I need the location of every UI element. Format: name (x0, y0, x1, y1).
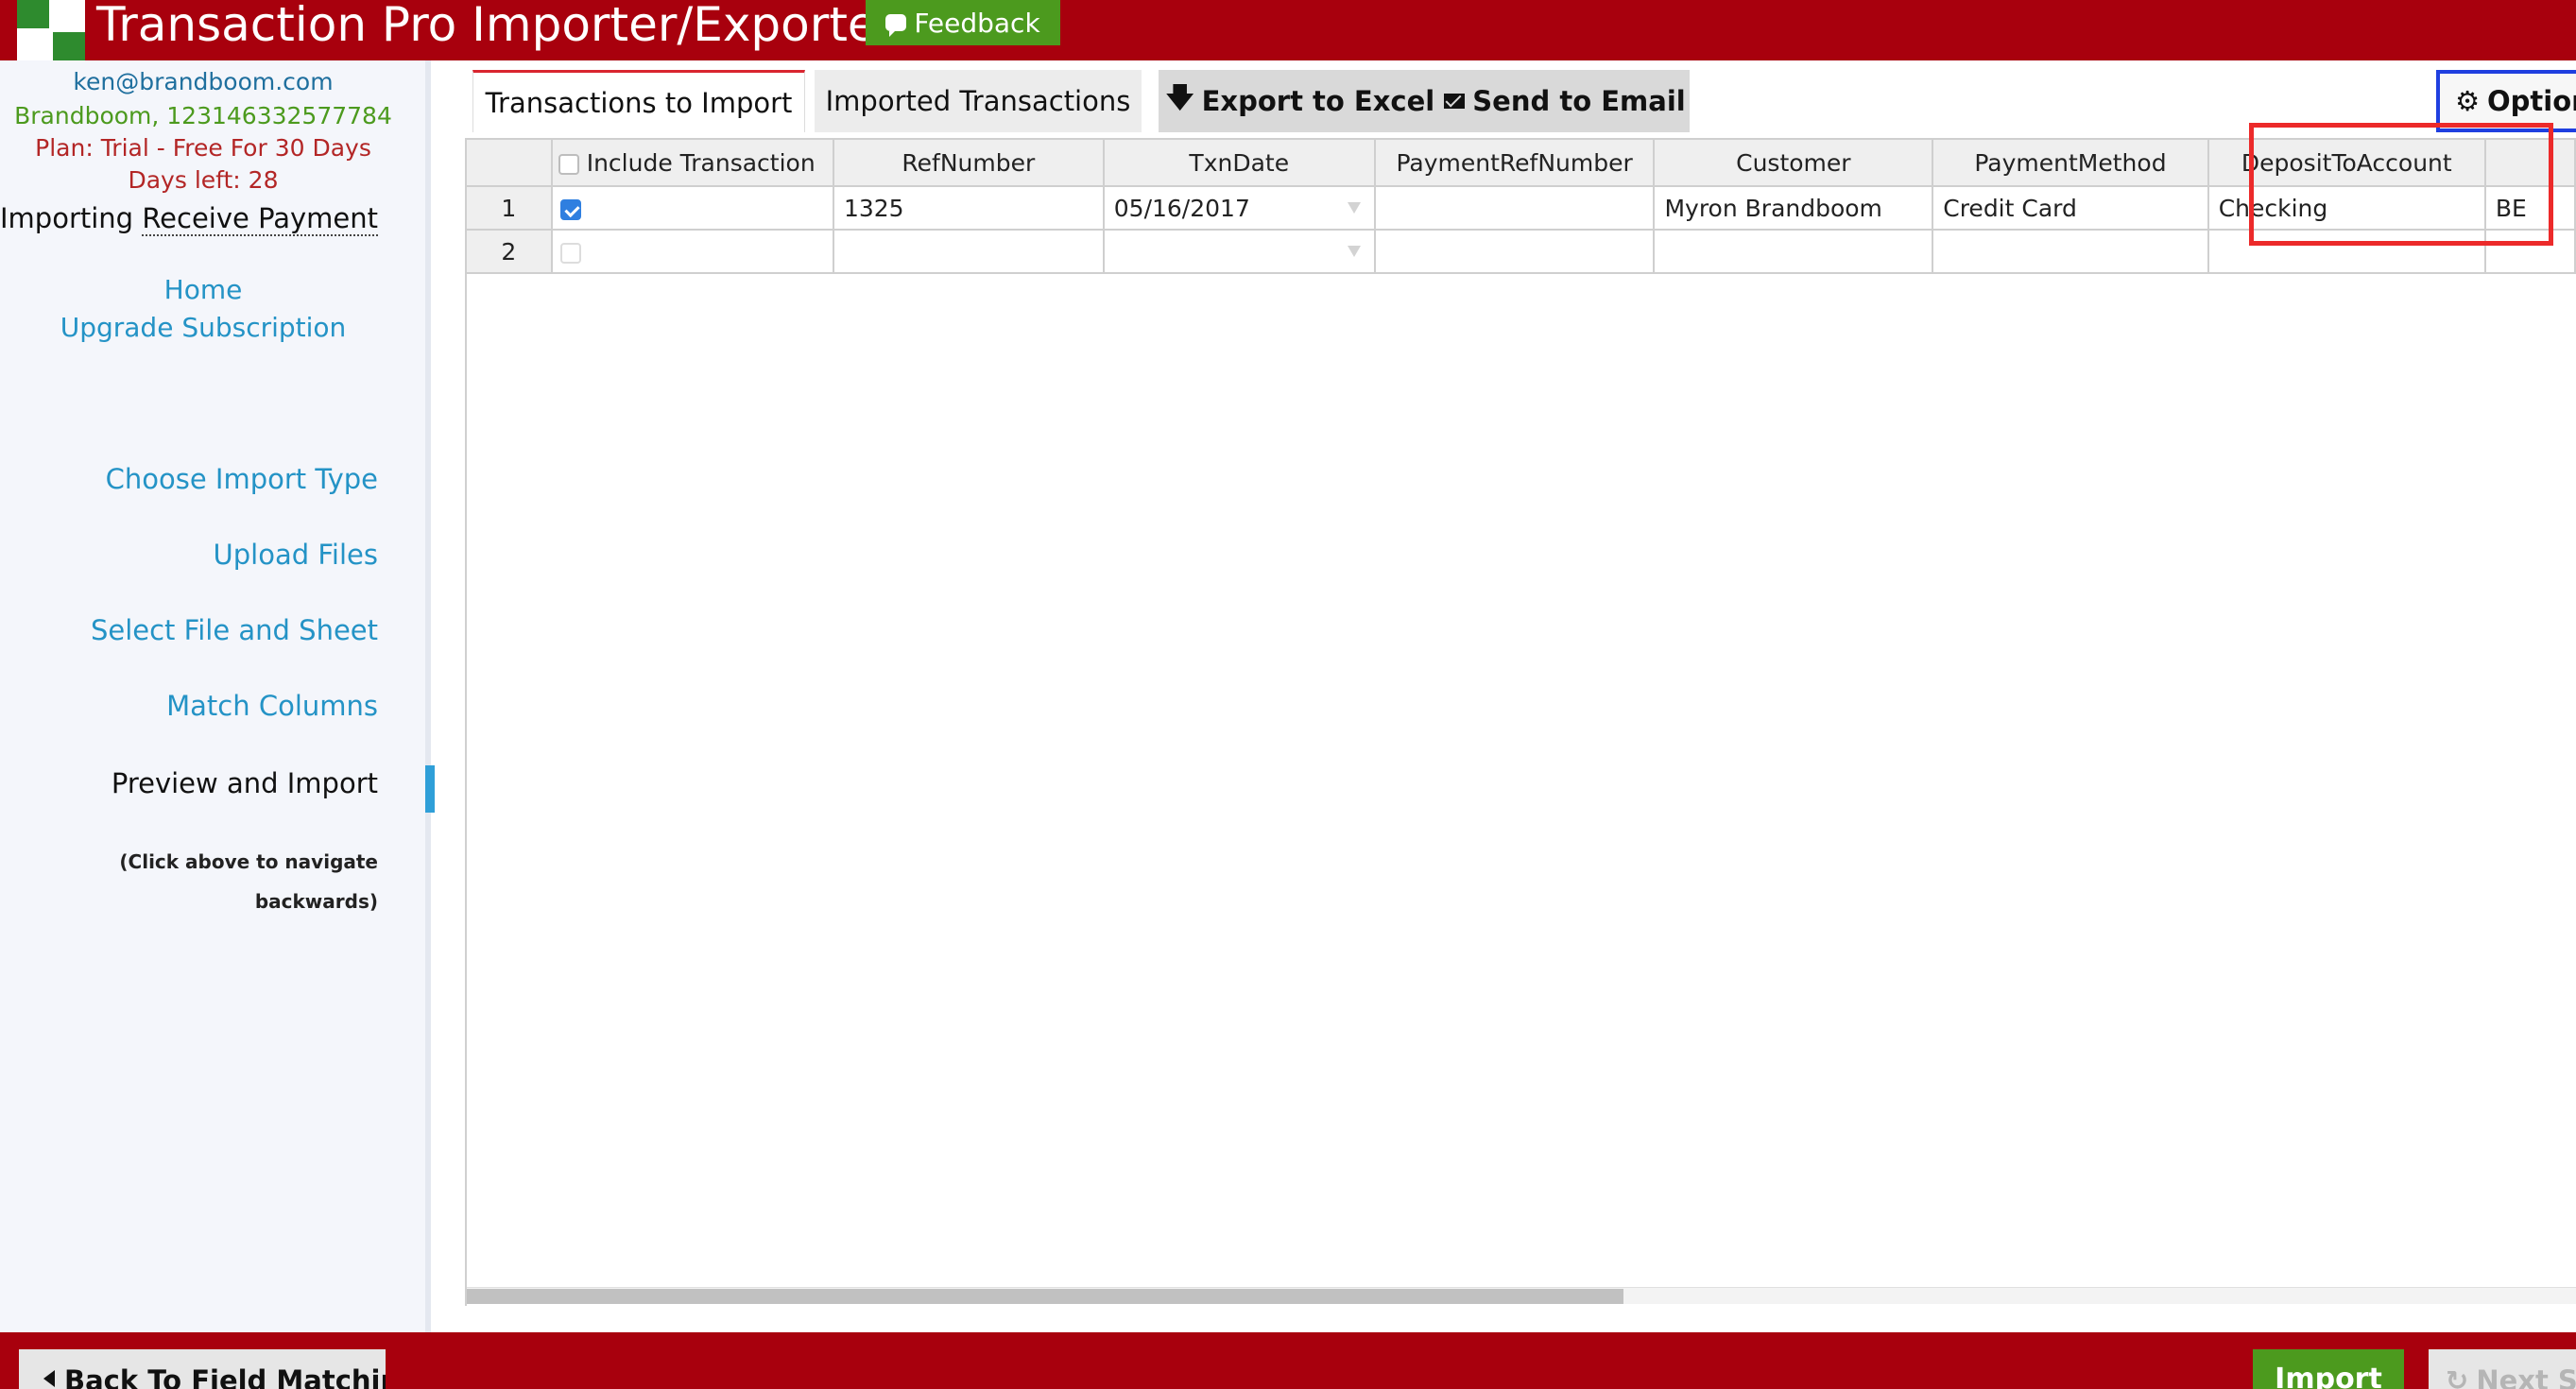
send-email-button[interactable]: Send to Email (1440, 70, 1690, 132)
step-select-file-sheet[interactable]: Select File and Sheet (91, 614, 378, 646)
grid-area (465, 138, 2576, 1306)
back-button-label: Back To Field Matching (64, 1364, 386, 1389)
back-to-field-matching-button[interactable]: Back To Field Matching (19, 1349, 386, 1389)
column-header-include[interactable]: Include Transaction (550, 138, 834, 187)
days-left: Days left: 28 (128, 166, 279, 194)
active-step-indicator (425, 765, 435, 813)
options-label: Options (2487, 85, 2576, 117)
feedback-button[interactable]: Feedback (866, 0, 1060, 45)
column-header-payment-ref-number[interactable]: PaymentRefNumber (1373, 138, 1656, 187)
refresh-icon: ↻ (2446, 1364, 2469, 1389)
dropdown-caret-icon[interactable] (1347, 202, 1361, 214)
app-title: Transaction Pro Importer/Exporter (96, 0, 897, 52)
envelope-icon (1444, 94, 1466, 109)
company-name: Brandboom, 123146332577784 (14, 102, 392, 129)
payment-method-cell[interactable]: Credit Card (1932, 185, 2209, 231)
importing-prefix: Importing (0, 202, 134, 234)
column-header-customer[interactable]: Customer (1653, 138, 1934, 187)
include-checkbox[interactable] (559, 242, 581, 264)
export-excel-button[interactable]: 🡇 Export to Excel (1159, 70, 1442, 132)
payment-ref-cell[interactable] (1373, 185, 1656, 231)
customer-cell[interactable]: Myron Brandboom (1653, 185, 1934, 231)
deposit-column-highlight (2249, 123, 2553, 246)
dropdown-caret-icon[interactable] (1347, 246, 1361, 257)
include-checkbox[interactable] (559, 198, 581, 220)
include-cell[interactable] (550, 185, 834, 231)
nav-hint-line1: (Click above to navigate (119, 850, 378, 873)
row-number: 1 (465, 185, 553, 231)
select-all-checkbox[interactable] (558, 153, 579, 175)
plan-info: Plan: Trial - Free For 30 Days (35, 134, 371, 162)
step-match-columns[interactable]: Match Columns (166, 690, 378, 722)
nav-hint-line2: backwards) (254, 890, 378, 913)
download-arrow-icon: 🡇 (1165, 80, 1194, 113)
payment-ref-cell[interactable] (1373, 229, 1656, 274)
horizontal-scrollbar-thumb[interactable] (467, 1289, 1623, 1304)
export-excel-label: Export to Excel (1201, 85, 1435, 117)
column-header-payment-method[interactable]: PaymentMethod (1932, 138, 2209, 187)
customer-cell[interactable] (1653, 229, 1934, 274)
sidebar-divider (425, 60, 431, 1332)
include-cell[interactable] (550, 229, 834, 274)
column-header-ref-number[interactable]: RefNumber (832, 138, 1105, 187)
app-logo (17, 0, 85, 60)
next-sheet-label: Next Sh (2476, 1364, 2576, 1389)
tab-imported-transactions[interactable]: Imported Transactions (815, 70, 1142, 132)
column-header-include-label: Include Transaction (586, 148, 816, 177)
nav-upgrade-link[interactable]: Upgrade Subscription (0, 312, 406, 343)
nav-home-link[interactable]: Home (0, 274, 406, 305)
chat-bubble-icon (885, 14, 907, 37)
txn-date-cell[interactable]: 05/16/2017 (1102, 185, 1376, 231)
txn-date-cell[interactable] (1102, 229, 1376, 274)
arrow-left-icon (43, 1370, 55, 1387)
app-footer (0, 1332, 2576, 1389)
row-number-header (465, 138, 553, 187)
send-email-label: Send to Email (1472, 85, 1686, 117)
ref-number-cell[interactable]: 1325 (832, 185, 1105, 231)
row-number: 2 (465, 229, 553, 274)
next-sheet-button[interactable]: ↻ Next Sh (2429, 1349, 2576, 1389)
step-preview-import[interactable]: Preview and Import (112, 767, 378, 799)
step-upload-files[interactable]: Upload Files (214, 539, 378, 571)
column-header-txn-date[interactable]: TxnDate (1102, 138, 1376, 187)
step-choose-import-type[interactable]: Choose Import Type (106, 463, 378, 495)
import-button[interactable]: Import (2253, 1349, 2404, 1389)
tab-transactions-to-import[interactable]: Transactions to Import (472, 70, 805, 132)
user-email: ken@brandboom.com (73, 68, 334, 95)
gear-icon: ⚙ (2455, 85, 2480, 117)
feedback-label: Feedback (914, 7, 1040, 39)
txn-date-value: 05/16/2017 (1113, 194, 1250, 222)
payment-method-cell[interactable] (1932, 229, 2209, 274)
import-type: Receive Payment (142, 202, 379, 236)
ref-number-cell[interactable] (832, 229, 1105, 274)
importing-label: Importing Receive Payment (0, 202, 379, 236)
